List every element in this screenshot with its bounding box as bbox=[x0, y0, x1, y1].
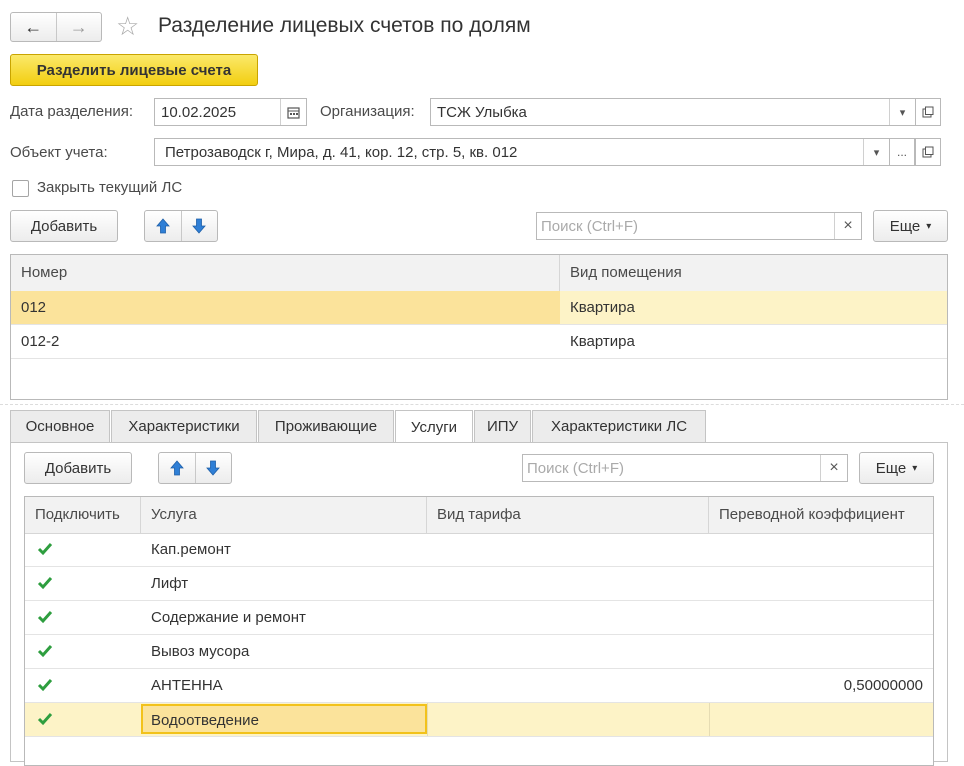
back-button[interactable]: ← bbox=[11, 13, 56, 41]
cell-service: Содержание и ремонт bbox=[151, 609, 306, 626]
move-buttons bbox=[144, 210, 218, 242]
column-divider bbox=[709, 703, 710, 736]
more-label: Еще bbox=[889, 217, 921, 235]
forward-button[interactable]: → bbox=[55, 13, 102, 41]
table-row[interactable]: АНТЕННА 0,50000000 bbox=[25, 669, 933, 703]
tab-services[interactable]: Услуги bbox=[395, 410, 473, 443]
column-header-type[interactable]: Вид помещения bbox=[560, 255, 947, 291]
column-header-enabled[interactable]: Подключить bbox=[25, 497, 141, 533]
column-header-coef[interactable]: Переводной коэффициент bbox=[709, 497, 933, 533]
cell-service-editing[interactable]: Водоотведение bbox=[141, 704, 427, 734]
arrow-up-icon[interactable] bbox=[145, 211, 181, 241]
table-row[interactable]: Водоотведение bbox=[25, 703, 933, 737]
search-placeholder: Поиск (Ctrl+F) bbox=[541, 217, 638, 235]
table-row[interactable]: 012 Квартира bbox=[11, 291, 947, 325]
tab-main[interactable]: Основное bbox=[10, 410, 110, 442]
table-header: Номер Вид помещения bbox=[11, 255, 947, 292]
accounts-search-input[interactable]: Поиск (Ctrl+F) × bbox=[536, 212, 862, 240]
accounts-table: Номер Вид помещения 012 Квартира 012-2 К… bbox=[10, 254, 948, 400]
add-service-button[interactable]: Добавить bbox=[24, 452, 132, 484]
services-more-button[interactable]: Еще ▾ bbox=[859, 452, 934, 484]
cell-type: Квартира bbox=[570, 299, 635, 316]
cell-service: АНТЕННА bbox=[151, 677, 223, 694]
divider bbox=[0, 404, 964, 405]
cell-service: Лифт bbox=[151, 575, 189, 592]
clear-icon[interactable]: × bbox=[820, 455, 847, 481]
cell-number: 012-2 bbox=[21, 333, 60, 350]
org-field[interactable]: ТСЖ Улыбка ▾ bbox=[430, 98, 916, 126]
cell-service: Кап.ремонт bbox=[151, 541, 231, 558]
open-object-icon[interactable] bbox=[915, 138, 941, 166]
object-label: Объект учета: bbox=[10, 144, 108, 161]
column-header-number[interactable]: Номер bbox=[11, 255, 560, 291]
tab-meters[interactable]: ИПУ bbox=[474, 410, 531, 442]
page-title: Разделение лицевых счетов по долям bbox=[158, 14, 531, 37]
arrow-up-icon[interactable] bbox=[159, 453, 195, 483]
add-account-button[interactable]: Добавить bbox=[10, 210, 118, 242]
table-header: Подключить Услуга Вид тарифа Переводной … bbox=[25, 497, 933, 534]
org-value: ТСЖ Улыбка bbox=[437, 103, 527, 121]
table-row[interactable]: 012-2 Квартира bbox=[11, 325, 947, 359]
column-header-tariff[interactable]: Вид тарифа bbox=[427, 497, 709, 533]
star-icon[interactable]: ☆ bbox=[116, 12, 139, 40]
chevron-down-icon: ▾ bbox=[926, 220, 932, 232]
search-placeholder: Поиск (Ctrl+F) bbox=[527, 459, 624, 477]
close-account-label: Закрыть текущий ЛС bbox=[37, 179, 183, 196]
more-label: Еще bbox=[875, 459, 907, 477]
checkmark-icon[interactable] bbox=[37, 575, 53, 591]
table-row[interactable]: Кап.ремонт bbox=[25, 533, 933, 567]
date-label: Дата разделения: bbox=[10, 103, 134, 120]
select-object-icon[interactable]: ... bbox=[889, 138, 915, 166]
cell-type: Квартира bbox=[570, 333, 635, 350]
checkmark-icon[interactable] bbox=[37, 541, 53, 557]
split-accounts-button[interactable]: Разделить лицевые счета bbox=[10, 54, 258, 86]
checkmark-icon[interactable] bbox=[37, 711, 53, 727]
org-label: Организация: bbox=[320, 103, 415, 120]
arrow-down-icon[interactable] bbox=[194, 453, 232, 483]
dropdown-icon[interactable]: ▾ bbox=[889, 99, 915, 125]
close-account-checkbox[interactable] bbox=[12, 180, 29, 197]
dropdown-icon[interactable]: ▾ bbox=[863, 139, 889, 165]
tab-residents[interactable]: Проживающие bbox=[258, 410, 394, 442]
checkmark-icon[interactable] bbox=[37, 609, 53, 625]
cell-number: 012 bbox=[11, 291, 560, 324]
chevron-down-icon: ▾ bbox=[912, 462, 918, 474]
date-field[interactable]: 10.02.2025 bbox=[154, 98, 307, 126]
clear-icon[interactable]: × bbox=[834, 213, 861, 239]
open-org-icon[interactable] bbox=[915, 98, 941, 126]
nav-buttons: ← → bbox=[10, 12, 102, 42]
object-value: Петрозаводск г, Мира, д. 41, кор. 12, ст… bbox=[165, 143, 518, 161]
services-table: Подключить Услуга Вид тарифа Переводной … bbox=[24, 496, 934, 766]
services-search-input[interactable]: Поиск (Ctrl+F) × bbox=[522, 454, 848, 482]
object-field[interactable]: Петрозаводск г, Мира, д. 41, кор. 12, ст… bbox=[154, 138, 890, 166]
table-row[interactable]: Содержание и ремонт bbox=[25, 601, 933, 635]
cell-coef: 0,50000000 bbox=[843, 677, 923, 694]
table-row[interactable]: Вывоз мусора bbox=[25, 635, 933, 669]
column-divider bbox=[427, 703, 428, 736]
table-row[interactable]: Лифт bbox=[25, 567, 933, 601]
cell-service: Вывоз мусора bbox=[151, 643, 250, 660]
tab-account-characteristics[interactable]: Характеристики ЛС bbox=[532, 410, 706, 442]
arrow-down-icon[interactable] bbox=[180, 211, 218, 241]
calendar-icon[interactable] bbox=[280, 99, 306, 125]
service-move-buttons bbox=[158, 452, 232, 484]
accounts-more-button[interactable]: Еще ▾ bbox=[873, 210, 948, 242]
checkmark-icon[interactable] bbox=[37, 677, 53, 693]
tab-characteristics[interactable]: Характеристики bbox=[111, 410, 257, 442]
column-header-service[interactable]: Услуга bbox=[141, 497, 427, 533]
date-value: 10.02.2025 bbox=[161, 103, 237, 121]
checkmark-icon[interactable] bbox=[37, 643, 53, 659]
